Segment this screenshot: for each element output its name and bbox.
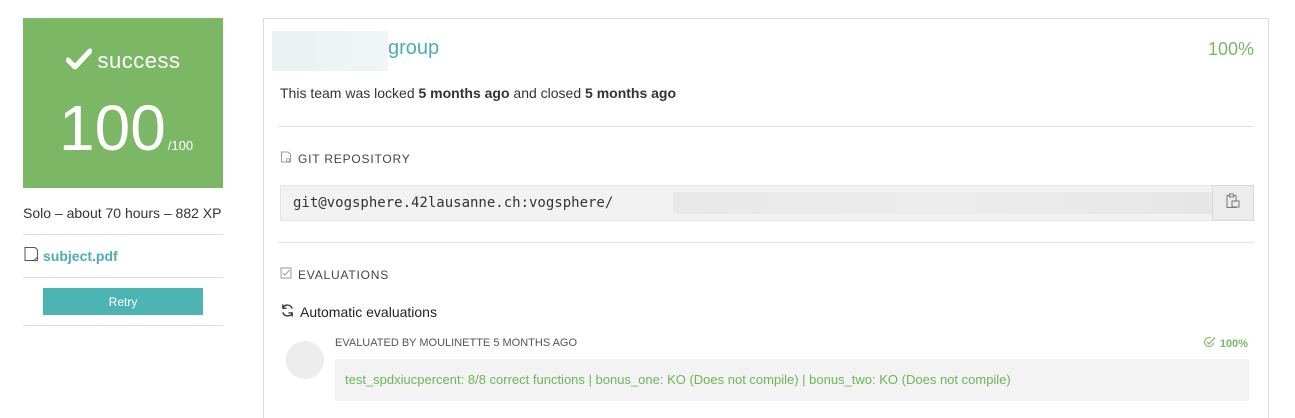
evaluated-by: EVALUATED BY MOULINETTE 5 MONTHS AGO xyxy=(335,337,578,349)
avatar xyxy=(286,341,324,379)
refresh-icon xyxy=(280,303,295,321)
file-icon xyxy=(23,246,39,267)
team-header: group 100% xyxy=(272,31,1254,71)
retry-button[interactable]: Retry xyxy=(43,288,203,315)
lock-mid: and closed xyxy=(509,85,586,101)
project-meta: Solo – about 70 hours – 882 XP xyxy=(23,202,223,235)
subject-pdf-link[interactable]: subject.pdf xyxy=(43,248,118,264)
evaluations-section-title: EVALUATIONS xyxy=(280,267,389,282)
repo-url-box[interactable]: git@vogsphere.42lausanne.ch:vogsphere/ xyxy=(280,185,1254,221)
closed-when: 5 months ago xyxy=(585,85,677,101)
evaluation-percent: 100% xyxy=(1203,336,1248,351)
locked-when: 5 months ago xyxy=(418,85,510,101)
score-max: /100 xyxy=(167,138,194,153)
retry-row: Retry xyxy=(23,278,223,326)
team-panel: group 100% This team was locked 5 months… xyxy=(263,18,1269,418)
team-percent: 100% xyxy=(1207,39,1254,59)
git-section-title: GIT REPOSITORY xyxy=(280,151,411,166)
lock-prefix: This team was locked xyxy=(280,85,419,101)
lock-status: This team was locked 5 months ago and cl… xyxy=(280,85,676,101)
score-value: 100 xyxy=(59,92,166,164)
score-card: success 100/100 xyxy=(23,18,223,188)
subject-row: subject.pdf xyxy=(23,235,223,278)
project-sidebar: success 100/100 Solo – about 70 hours – … xyxy=(23,18,223,326)
score-row: 100/100 xyxy=(59,96,193,160)
evaluation-result: test_spdxiucpercent: 8/8 correct functio… xyxy=(335,359,1249,401)
redacted-repo-path xyxy=(673,192,1213,214)
redacted-team-prefix xyxy=(272,31,388,71)
evaluations-section-label: EVALUATIONS xyxy=(298,267,390,282)
check-circle-icon xyxy=(1203,336,1216,351)
checkbox-icon xyxy=(280,267,292,282)
evaluation-percent-value: 100% xyxy=(1219,337,1248,350)
automatic-evaluations-title: Automatic evaluations xyxy=(280,303,437,321)
repo-url[interactable]: git@vogsphere.42lausanne.ch:vogsphere/ xyxy=(293,195,613,211)
status-label: success xyxy=(97,48,181,73)
status-row: success xyxy=(23,48,223,76)
divider xyxy=(278,242,1254,243)
copy-repo-button[interactable] xyxy=(1212,185,1254,221)
check-icon xyxy=(65,48,92,76)
git-section-label: GIT REPOSITORY xyxy=(298,151,411,166)
divider xyxy=(278,126,1254,127)
repo-icon xyxy=(280,151,292,166)
clipboard-icon xyxy=(1226,193,1240,214)
automatic-evaluations-label: Automatic evaluations xyxy=(300,304,437,320)
team-name[interactable]: group xyxy=(388,37,439,60)
